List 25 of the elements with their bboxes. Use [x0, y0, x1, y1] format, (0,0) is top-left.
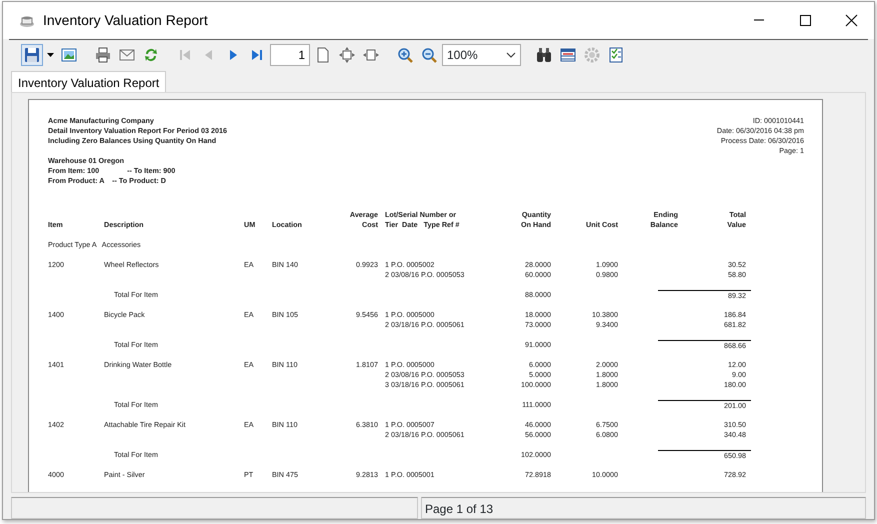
fit-page-icon	[339, 47, 355, 64]
window-title: Inventory Valuation Report	[43, 11, 208, 30]
envelope-icon	[119, 47, 135, 64]
close-icon[interactable]	[844, 14, 858, 27]
maximize-icon[interactable]	[798, 14, 812, 27]
checklist-icon	[608, 47, 624, 64]
table-icon	[560, 47, 576, 64]
refresh-icon	[143, 47, 159, 64]
printer-icon	[95, 47, 111, 64]
fit-width-icon	[363, 47, 379, 64]
zoom-dropdown[interactable]: 100%	[442, 44, 521, 66]
page-number-field[interactable]: 1	[270, 44, 310, 66]
zoom-out-icon	[421, 47, 437, 64]
image-icon	[61, 47, 77, 64]
page-status: Page 1 of 13	[421, 497, 866, 519]
page-icon	[315, 47, 331, 64]
save-icon	[24, 47, 40, 64]
save-button[interactable]	[21, 44, 43, 66]
gear-icon	[584, 47, 600, 64]
zoom-in-icon	[397, 47, 413, 64]
binoculars-icon	[536, 47, 552, 64]
report-tab[interactable]: Inventory Valuation Report	[11, 70, 166, 92]
app-icon	[19, 14, 35, 28]
chevron-icon	[506, 52, 516, 58]
caret-icon	[47, 53, 54, 58]
